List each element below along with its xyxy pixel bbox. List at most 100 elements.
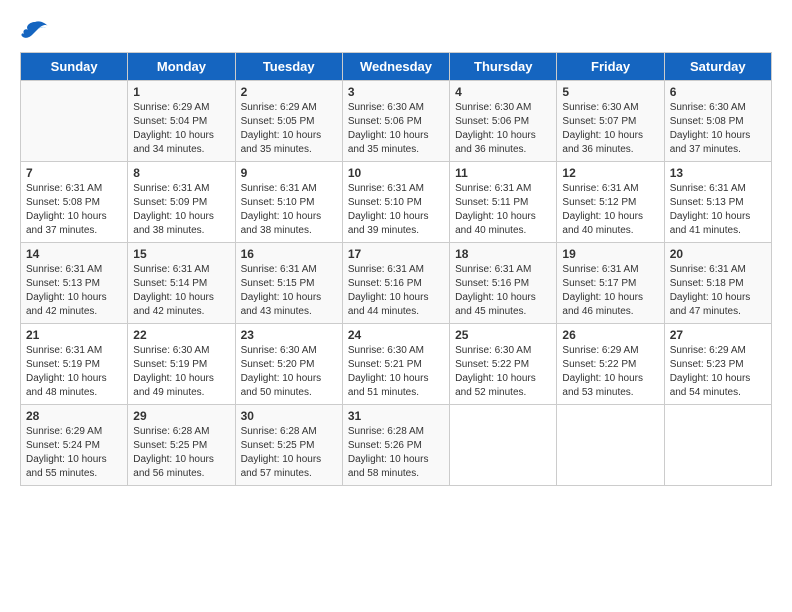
logo bbox=[20, 20, 54, 42]
day-of-week-header: Saturday bbox=[664, 53, 771, 81]
day-number: 23 bbox=[241, 328, 337, 342]
day-number: 31 bbox=[348, 409, 444, 423]
day-of-week-header: Wednesday bbox=[342, 53, 449, 81]
calendar-cell: 22Sunrise: 6:30 AMSunset: 5:19 PMDayligh… bbox=[128, 324, 235, 405]
cell-details: Sunrise: 6:29 AMSunset: 5:24 PMDaylight:… bbox=[26, 425, 122, 481]
day-number: 20 bbox=[670, 247, 766, 261]
cell-details: Sunrise: 6:30 AMSunset: 5:21 PMDaylight:… bbox=[348, 344, 444, 400]
day-number: 7 bbox=[26, 166, 122, 180]
calendar-cell bbox=[21, 81, 128, 162]
header-row: SundayMondayTuesdayWednesdayThursdayFrid… bbox=[21, 53, 772, 81]
cell-details: Sunrise: 6:29 AMSunset: 5:04 PMDaylight:… bbox=[133, 101, 229, 157]
day-number: 28 bbox=[26, 409, 122, 423]
day-number: 10 bbox=[348, 166, 444, 180]
cell-details: Sunrise: 6:31 AMSunset: 5:16 PMDaylight:… bbox=[348, 263, 444, 319]
calendar-cell bbox=[664, 405, 771, 486]
calendar-cell: 13 Sunrise: 6:31 AMSunset: 5:13 PMDayligh… bbox=[664, 162, 771, 243]
calendar-cell: 17 Sunrise: 6:31 AMSunset: 5:16 PMDayligh… bbox=[342, 243, 449, 324]
cell-details: Sunrise: 6:31 AMSunset: 5:16 PMDaylight:… bbox=[455, 263, 551, 319]
day-of-week-header: Monday bbox=[128, 53, 235, 81]
cell-details: Sunrise: 6:30 AMSunset: 5:19 PMDaylight:… bbox=[133, 344, 229, 400]
calendar-cell: 6 Sunrise: 6:30 AMSunset: 5:08 PMDaylight… bbox=[664, 81, 771, 162]
cell-details: Sunrise: 6:31 AMSunset: 5:09 PMDaylight:… bbox=[133, 182, 229, 238]
calendar-cell: 11 Sunrise: 6:31 AMSunset: 5:11 PMDayligh… bbox=[450, 162, 557, 243]
day-number: 21 bbox=[26, 328, 122, 342]
calendar-cell: 18 Sunrise: 6:31 AMSunset: 5:16 PMDayligh… bbox=[450, 243, 557, 324]
calendar-cell: 21 Sunrise: 6:31 AMSunset: 5:19 PMDayligh… bbox=[21, 324, 128, 405]
calendar-table: SundayMondayTuesdayWednesdayThursdayFrid… bbox=[20, 52, 772, 486]
cell-details: Sunrise: 6:31 AMSunset: 5:11 PMDaylight:… bbox=[455, 182, 551, 238]
day-number: 12 bbox=[562, 166, 658, 180]
calendar-cell: 23 Sunrise: 6:30 AMSunset: 5:20 PMDayligh… bbox=[235, 324, 342, 405]
day-number: 2 bbox=[241, 85, 337, 99]
day-number: 1 bbox=[133, 85, 229, 99]
calendar-cell: 31 Sunrise: 6:28 AMSunset: 5:26 PMDayligh… bbox=[342, 405, 449, 486]
calendar-cell: 5Sunrise: 6:30 AMSunset: 5:07 PMDaylight… bbox=[557, 81, 664, 162]
cell-details: Sunrise: 6:30 AMSunset: 5:06 PMDaylight:… bbox=[455, 101, 551, 157]
calendar-cell: 2Sunrise: 6:29 AMSunset: 5:05 PMDaylight… bbox=[235, 81, 342, 162]
day-number: 15 bbox=[133, 247, 229, 261]
calendar-cell: 24 Sunrise: 6:30 AMSunset: 5:21 PMDayligh… bbox=[342, 324, 449, 405]
day-number: 6 bbox=[670, 85, 766, 99]
cell-details: Sunrise: 6:29 AMSunset: 5:23 PMDaylight:… bbox=[670, 344, 766, 400]
cell-details: Sunrise: 6:31 AMSunset: 5:10 PMDaylight:… bbox=[241, 182, 337, 238]
logo-icon bbox=[20, 20, 50, 42]
cell-details: Sunrise: 6:31 AMSunset: 5:19 PMDaylight:… bbox=[26, 344, 122, 400]
calendar-cell: 28 Sunrise: 6:29 AMSunset: 5:24 PMDayligh… bbox=[21, 405, 128, 486]
calendar-cell: 20 Sunrise: 6:31 AMSunset: 5:18 PMDayligh… bbox=[664, 243, 771, 324]
day-number: 5 bbox=[562, 85, 658, 99]
calendar-cell: 7 Sunrise: 6:31 AMSunset: 5:08 PMDaylight… bbox=[21, 162, 128, 243]
calendar-cell: 25 Sunrise: 6:30 AMSunset: 5:22 PMDayligh… bbox=[450, 324, 557, 405]
day-number: 30 bbox=[241, 409, 337, 423]
cell-details: Sunrise: 6:30 AMSunset: 5:22 PMDaylight:… bbox=[455, 344, 551, 400]
day-number: 26 bbox=[562, 328, 658, 342]
day-number: 16 bbox=[241, 247, 337, 261]
cell-details: Sunrise: 6:31 AMSunset: 5:08 PMDaylight:… bbox=[26, 182, 122, 238]
day-number: 18 bbox=[455, 247, 551, 261]
day-number: 17 bbox=[348, 247, 444, 261]
day-number: 11 bbox=[455, 166, 551, 180]
calendar-week-row: 14 Sunrise: 6:31 AMSunset: 5:13 PMDayligh… bbox=[21, 243, 772, 324]
calendar-cell: 30 Sunrise: 6:28 AMSunset: 5:25 PMDayligh… bbox=[235, 405, 342, 486]
cell-details: Sunrise: 6:31 AMSunset: 5:13 PMDaylight:… bbox=[26, 263, 122, 319]
calendar-week-row: 7 Sunrise: 6:31 AMSunset: 5:08 PMDaylight… bbox=[21, 162, 772, 243]
cell-details: Sunrise: 6:31 AMSunset: 5:12 PMDaylight:… bbox=[562, 182, 658, 238]
calendar-week-row: 21 Sunrise: 6:31 AMSunset: 5:19 PMDayligh… bbox=[21, 324, 772, 405]
cell-details: Sunrise: 6:30 AMSunset: 5:06 PMDaylight:… bbox=[348, 101, 444, 157]
calendar-cell: 16 Sunrise: 6:31 AMSunset: 5:15 PMDayligh… bbox=[235, 243, 342, 324]
calendar-cell: 1 Sunrise: 6:29 AMSunset: 5:04 PMDaylight… bbox=[128, 81, 235, 162]
cell-details: Sunrise: 6:31 AMSunset: 5:18 PMDaylight:… bbox=[670, 263, 766, 319]
day-number: 8 bbox=[133, 166, 229, 180]
day-number: 13 bbox=[670, 166, 766, 180]
day-of-week-header: Tuesday bbox=[235, 53, 342, 81]
calendar-week-row: 1 Sunrise: 6:29 AMSunset: 5:04 PMDaylight… bbox=[21, 81, 772, 162]
page-header bbox=[20, 20, 772, 42]
cell-details: Sunrise: 6:31 AMSunset: 5:13 PMDaylight:… bbox=[670, 182, 766, 238]
cell-details: Sunrise: 6:31 AMSunset: 5:10 PMDaylight:… bbox=[348, 182, 444, 238]
cell-details: Sunrise: 6:31 AMSunset: 5:15 PMDaylight:… bbox=[241, 263, 337, 319]
cell-details: Sunrise: 6:30 AMSunset: 5:20 PMDaylight:… bbox=[241, 344, 337, 400]
cell-details: Sunrise: 6:28 AMSunset: 5:26 PMDaylight:… bbox=[348, 425, 444, 481]
cell-details: Sunrise: 6:28 AMSunset: 5:25 PMDaylight:… bbox=[133, 425, 229, 481]
day-number: 27 bbox=[670, 328, 766, 342]
calendar-cell: 19Sunrise: 6:31 AMSunset: 5:17 PMDayligh… bbox=[557, 243, 664, 324]
calendar-week-row: 28 Sunrise: 6:29 AMSunset: 5:24 PMDayligh… bbox=[21, 405, 772, 486]
calendar-cell: 26 Sunrise: 6:29 AMSunset: 5:22 PMDayligh… bbox=[557, 324, 664, 405]
calendar-cell: 9Sunrise: 6:31 AMSunset: 5:10 PMDaylight… bbox=[235, 162, 342, 243]
cell-details: Sunrise: 6:31 AMSunset: 5:17 PMDaylight:… bbox=[562, 263, 658, 319]
cell-details: Sunrise: 6:30 AMSunset: 5:08 PMDaylight:… bbox=[670, 101, 766, 157]
cell-details: Sunrise: 6:28 AMSunset: 5:25 PMDaylight:… bbox=[241, 425, 337, 481]
calendar-cell: 14 Sunrise: 6:31 AMSunset: 5:13 PMDayligh… bbox=[21, 243, 128, 324]
calendar-cell: 10 Sunrise: 6:31 AMSunset: 5:10 PMDayligh… bbox=[342, 162, 449, 243]
day-number: 25 bbox=[455, 328, 551, 342]
day-number: 4 bbox=[455, 85, 551, 99]
day-number: 14 bbox=[26, 247, 122, 261]
day-number: 24 bbox=[348, 328, 444, 342]
cell-details: Sunrise: 6:29 AMSunset: 5:22 PMDaylight:… bbox=[562, 344, 658, 400]
calendar-cell: 3Sunrise: 6:30 AMSunset: 5:06 PMDaylight… bbox=[342, 81, 449, 162]
calendar-cell: 27 Sunrise: 6:29 AMSunset: 5:23 PMDayligh… bbox=[664, 324, 771, 405]
calendar-cell bbox=[450, 405, 557, 486]
calendar-cell: 4 Sunrise: 6:30 AMSunset: 5:06 PMDaylight… bbox=[450, 81, 557, 162]
day-of-week-header: Friday bbox=[557, 53, 664, 81]
cell-details: Sunrise: 6:31 AMSunset: 5:14 PMDaylight:… bbox=[133, 263, 229, 319]
